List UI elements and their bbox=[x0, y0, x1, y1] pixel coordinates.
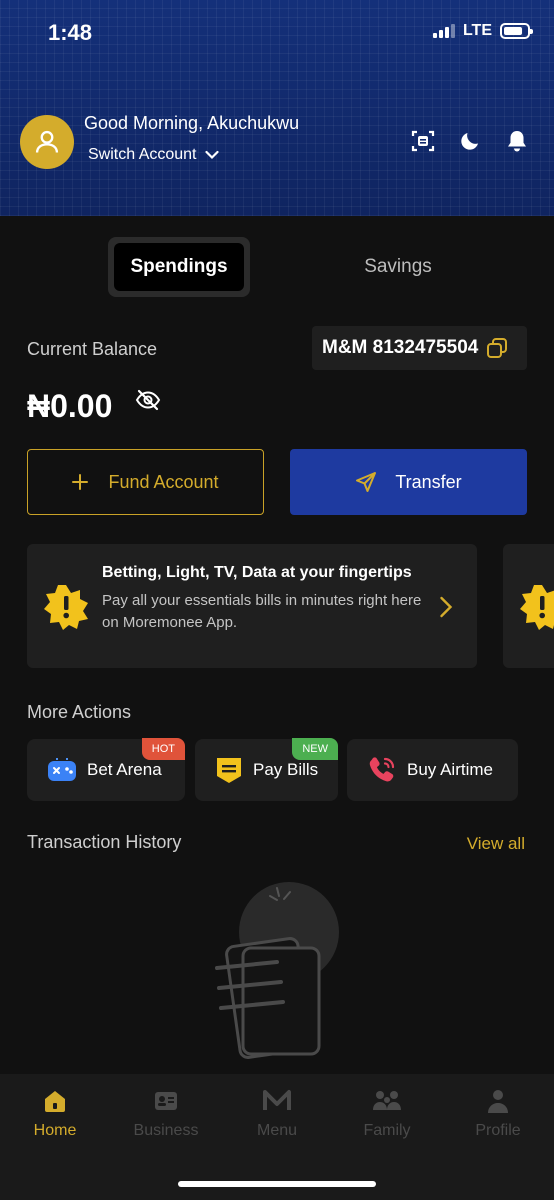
bet-arena-button[interactable]: Bet Arena HOT bbox=[27, 738, 185, 801]
status-bar-right: LTE bbox=[432, 22, 533, 40]
hot-badge: HOT bbox=[141, 738, 185, 760]
nav-business[interactable]: Business bbox=[121, 1088, 211, 1140]
network-label: LTE bbox=[462, 22, 492, 39]
family-icon bbox=[373, 1091, 401, 1110]
nav-home[interactable]: Home bbox=[10, 1088, 100, 1140]
buy-airtime-button[interactable]: Buy Airtime bbox=[347, 739, 518, 801]
briefcase-icon bbox=[155, 1092, 177, 1110]
user-icon bbox=[35, 130, 59, 153]
bell-icon[interactable] bbox=[504, 128, 530, 154]
hide-balance-icon[interactable] bbox=[135, 388, 161, 417]
promo-card-next[interactable] bbox=[503, 544, 554, 668]
transaction-history-title: Transaction History bbox=[27, 832, 182, 852]
bet-arena-label: Bet Arena bbox=[87, 760, 162, 779]
nav-home-label: Home bbox=[33, 1122, 77, 1139]
nav-family[interactable]: Family bbox=[342, 1088, 432, 1140]
home-indicator[interactable] bbox=[178, 1181, 376, 1187]
avatar[interactable] bbox=[20, 115, 74, 169]
scan-icon[interactable] bbox=[410, 128, 436, 154]
pay-bills-button[interactable]: Pay Bills NEW bbox=[195, 738, 338, 801]
battery-level bbox=[504, 27, 522, 35]
status-time: 1:48 bbox=[48, 20, 93, 45]
nav-profile[interactable]: Profile bbox=[453, 1088, 543, 1140]
nav-menu-label: Menu bbox=[256, 1122, 298, 1139]
chevron-right-icon[interactable] bbox=[439, 596, 453, 623]
buy-airtime-label: Buy Airtime bbox=[407, 760, 493, 779]
fund-account-label: Fund Account bbox=[108, 471, 219, 492]
transfer-label: Transfer bbox=[395, 471, 462, 492]
switch-account-label: Switch Account bbox=[88, 146, 197, 163]
more-actions-title: More Actions bbox=[27, 702, 132, 722]
document-icon bbox=[215, 882, 339, 1059]
gamepad-icon bbox=[48, 758, 76, 781]
send-icon bbox=[356, 472, 377, 492]
chevron-down-icon bbox=[204, 150, 219, 160]
nav-profile-label: Profile bbox=[475, 1122, 521, 1139]
account-number: M&M 8132475504 bbox=[322, 337, 479, 358]
battery-icon bbox=[500, 23, 533, 39]
tab-savings[interactable]: Savings bbox=[328, 237, 468, 297]
bills-promo-card[interactable]: Betting, Light, TV, Data at your fingert… bbox=[27, 544, 477, 668]
receipt-icon bbox=[217, 758, 241, 783]
nav-menu[interactable]: Menu bbox=[232, 1088, 322, 1140]
fund-account-button[interactable]: Fund Account bbox=[27, 449, 264, 515]
nav-business-label: Business bbox=[133, 1122, 199, 1139]
promo-title: Betting, Light, TV, Data at your fingert… bbox=[102, 564, 412, 581]
view-all-link[interactable]: View all bbox=[467, 834, 525, 854]
header-banner: 1:48 LTE Good Morning, Akuchukwu Switch … bbox=[0, 0, 554, 216]
greeting-text: Good Morning, Akuchukwu bbox=[84, 113, 300, 133]
pay-bills-label: Pay Bills bbox=[253, 760, 319, 779]
nav-family-label: Family bbox=[363, 1122, 411, 1139]
switch-account-button[interactable]: Switch Account bbox=[88, 146, 219, 164]
promo-body: Pay all your essentials bills in minutes… bbox=[102, 592, 422, 631]
transfer-button[interactable]: Transfer bbox=[290, 449, 527, 515]
home-icon bbox=[45, 1091, 65, 1112]
alert-badge-icon bbox=[520, 585, 554, 630]
account-type-tabs: Spendings Savings bbox=[108, 237, 508, 297]
phone-icon bbox=[369, 757, 395, 782]
signal-icon bbox=[432, 24, 455, 38]
current-balance-label: Current Balance bbox=[27, 339, 158, 359]
brand-logo-icon bbox=[263, 1090, 291, 1110]
alert-badge-icon bbox=[43, 584, 89, 635]
empty-transactions-illustration bbox=[195, 880, 355, 1065]
tab-spendings-label: Spendings bbox=[114, 243, 244, 291]
balance-amount: ₦0.00 bbox=[27, 388, 113, 424]
tab-spendings[interactable]: Spendings bbox=[108, 237, 250, 297]
account-number-chip[interactable]: M&M 8132475504 bbox=[312, 326, 527, 370]
copy-icon[interactable] bbox=[486, 337, 508, 359]
new-badge: NEW bbox=[292, 738, 338, 760]
moon-icon[interactable] bbox=[457, 128, 483, 154]
person-icon bbox=[488, 1090, 508, 1113]
plus-icon bbox=[72, 474, 89, 490]
